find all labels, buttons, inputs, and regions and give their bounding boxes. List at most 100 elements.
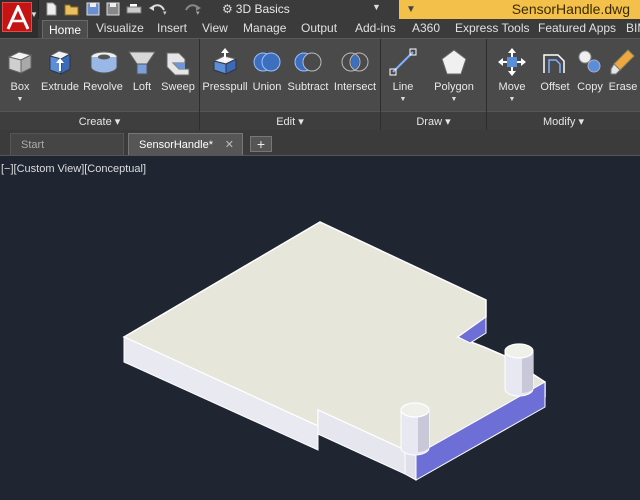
subtract-button[interactable]: Subtract <box>286 43 330 103</box>
subtract-label: Subtract <box>287 81 329 93</box>
presspull-label: Presspull <box>202 81 248 93</box>
sweep-button[interactable]: Sweep <box>160 43 196 103</box>
tab-featured-apps[interactable]: Featured Apps <box>532 19 622 38</box>
sweep-label: Sweep <box>161 81 195 93</box>
loft-icon <box>127 47 157 77</box>
tab-home[interactable]: Home <box>42 20 89 39</box>
svg-text:▾: ▾ <box>163 10 167 16</box>
line-icon <box>388 47 418 77</box>
plot-icon[interactable] <box>126 2 142 16</box>
polygon-button[interactable]: Polygon ▼ <box>428 43 480 103</box>
tab-insert[interactable]: Insert <box>151 19 193 38</box>
chevron-down-icon: ▾ <box>578 116 584 128</box>
file-tab-document[interactable]: SensorHandle* ✕ <box>128 133 243 155</box>
revolve-icon <box>88 47 118 77</box>
erase-icon <box>608 47 638 77</box>
tab-visualize[interactable]: Visualize <box>90 19 150 38</box>
offset-button[interactable]: Offset <box>536 43 574 103</box>
revolve-button[interactable]: Revolve <box>82 43 124 103</box>
cylinder-boss-left <box>400 402 430 456</box>
gear-icon: ⚙ <box>222 2 233 16</box>
intersect-label: Intersect <box>333 81 377 93</box>
draw-panel-title[interactable]: Draw ▾ <box>381 111 486 132</box>
chevron-down-icon: ▾ <box>445 116 451 128</box>
chevron-down-icon: ▼ <box>30 10 38 19</box>
intersect-button[interactable]: Intersect <box>332 43 378 103</box>
open-folder-icon[interactable] <box>64 2 79 16</box>
presspull-button[interactable]: Presspull <box>202 43 248 103</box>
copy-label: Copy <box>577 81 603 93</box>
erase-button[interactable]: Erase <box>607 43 639 103</box>
chevron-down-icon: ▾ <box>298 116 304 128</box>
title-bar: ▾ ▾ ⚙ 3D Basics ▼ ▼ SensorHandle.dwg <box>0 0 640 20</box>
chevron-down-icon: ▾ <box>114 116 121 128</box>
undo-icon[interactable]: ▾ <box>148 2 167 17</box>
union-button[interactable]: Union <box>250 43 284 103</box>
copy-icon <box>575 47 605 77</box>
workspace-switcher[interactable]: ⚙ 3D Basics <box>222 1 290 17</box>
loft-button[interactable]: Loft <box>126 43 158 103</box>
workspace-dropdown-icon[interactable]: ▼ <box>372 2 381 12</box>
create-panel-title[interactable]: Create ▾ <box>0 111 199 132</box>
save-icon[interactable] <box>86 2 100 16</box>
drawing-viewport[interactable]: [−][Custom View][Conceptual] <box>0 156 640 500</box>
extrude-button[interactable]: Extrude <box>40 43 80 103</box>
line-button[interactable]: Line ▼ <box>384 43 422 103</box>
chevron-down-icon: ▼ <box>508 96 516 103</box>
box-label: Box <box>10 81 30 93</box>
tab-manage[interactable]: Manage <box>237 19 292 38</box>
chevron-down-icon[interactable]: ▼ <box>406 0 416 19</box>
move-button[interactable]: Move ▼ <box>492 43 532 103</box>
presspull-icon <box>210 47 240 77</box>
model-canvas <box>122 221 546 481</box>
document-title: SensorHandle.dwg <box>511 1 630 17</box>
union-label: Union <box>252 81 282 93</box>
ribbon-panel-area: Box ▼ Extrude Revolve Loft Sweep Create … <box>0 38 640 132</box>
move-icon <box>497 47 527 77</box>
svg-text:▾: ▾ <box>196 10 200 16</box>
extrude-label: Extrude <box>41 81 79 93</box>
box-button[interactable]: Box ▼ <box>2 43 38 103</box>
subtract-icon <box>293 47 323 77</box>
offset-icon <box>540 47 570 77</box>
new-tab-button[interactable]: + <box>250 136 272 152</box>
autocad-window: ▾ ▾ ⚙ 3D Basics ▼ ▼ SensorHandle.dwg ▼ Ho… <box>0 0 640 500</box>
extrude-icon <box>45 47 75 77</box>
erase-label: Erase <box>608 81 638 93</box>
revolve-label: Revolve <box>83 81 123 93</box>
save-as-icon[interactable] <box>106 2 120 16</box>
union-icon <box>252 47 282 77</box>
tab-a360[interactable]: A360 <box>406 19 446 38</box>
copy-button[interactable]: Copy <box>575 43 605 103</box>
new-file-icon[interactable] <box>44 2 58 16</box>
tab-output[interactable]: Output <box>295 19 343 38</box>
application-menu-button[interactable]: ▼ <box>0 0 39 38</box>
modify-panel-title[interactable]: Modify ▾ <box>487 111 640 132</box>
plus-icon: + <box>256 136 266 152</box>
file-tab-start[interactable]: Start <box>10 133 124 155</box>
autocad-logo-icon <box>2 2 32 32</box>
tab-express-tools[interactable]: Express Tools <box>449 19 535 38</box>
box-icon <box>5 47 35 77</box>
tab-add-ins[interactable]: Add-ins <box>349 19 402 38</box>
intersect-icon <box>340 47 370 77</box>
polygon-label: Polygon <box>434 81 474 93</box>
document-title-tab: ▼ SensorHandle.dwg <box>399 0 640 19</box>
chevron-down-icon: ▼ <box>399 96 407 103</box>
workspace-label: 3D Basics <box>235 2 290 16</box>
tab-view[interactable]: View <box>196 19 234 38</box>
polygon-icon <box>439 47 469 77</box>
redo-icon[interactable]: ▾ <box>182 2 201 17</box>
sweep-icon <box>163 47 193 77</box>
file-tab-bar: Start SensorHandle* ✕ <box>0 130 640 156</box>
chevron-down-icon: ▼ <box>450 96 458 103</box>
edit-panel-title[interactable]: Edit ▾ <box>200 111 380 132</box>
close-icon[interactable]: ✕ <box>225 134 234 156</box>
ribbon-tab-bar: Home Visualize Insert View Manage Output… <box>38 19 640 39</box>
offset-label: Offset <box>540 81 570 93</box>
move-label: Move <box>498 81 526 93</box>
chevron-down-icon: ▼ <box>16 96 24 103</box>
cylinder-boss-right <box>504 343 534 397</box>
tab-bim[interactable]: BIM <box>620 19 640 38</box>
loft-label: Loft <box>132 81 152 93</box>
